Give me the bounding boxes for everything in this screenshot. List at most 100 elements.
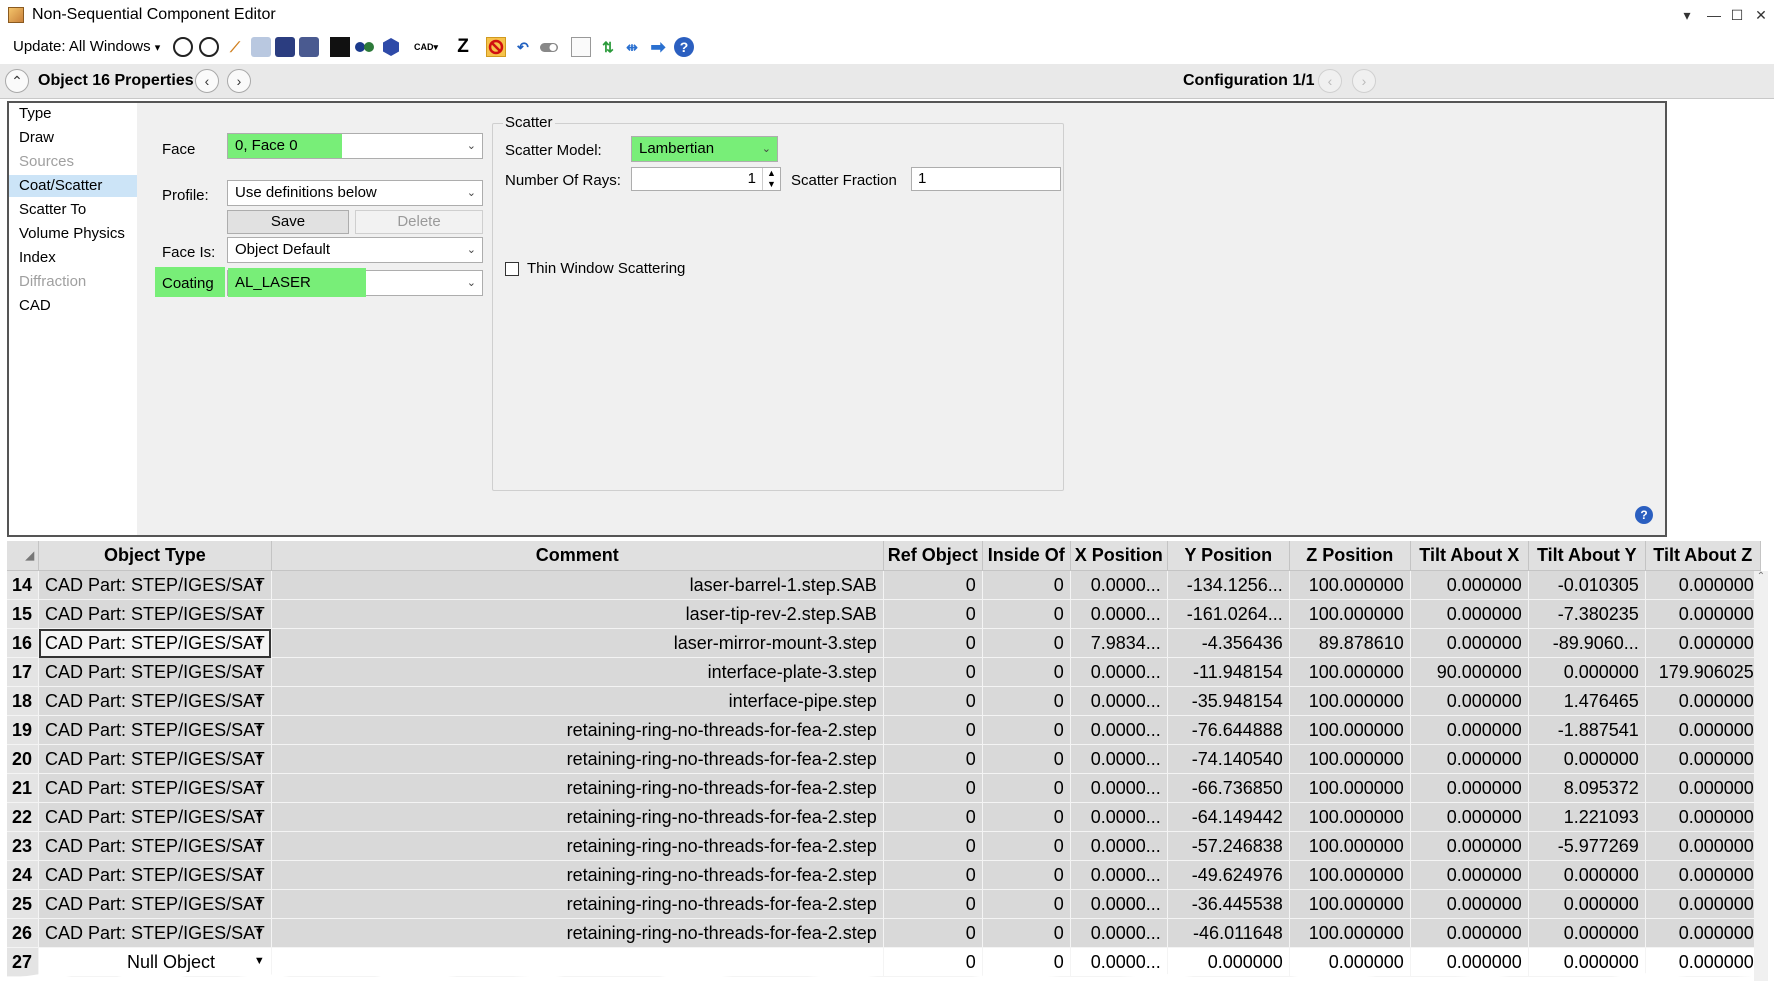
table-cell[interactable]: 1.476465	[1528, 686, 1646, 716]
table-cell[interactable]: 0.000000	[1410, 860, 1529, 890]
right-arrow-icon[interactable]: ➡	[648, 37, 668, 57]
table-cell[interactable]: 0	[883, 686, 983, 716]
table-cell[interactable]: 100.000000	[1289, 802, 1411, 832]
table-row[interactable]: 25 ▼ CAD Part: STEP/IGES/SAT retaining-ring…	[7, 889, 1761, 919]
table-cell[interactable]: 0.000000	[1645, 715, 1761, 745]
table-cell[interactable]: 0	[982, 889, 1071, 919]
window-menu-button[interactable]: ▾	[1676, 4, 1698, 26]
table-cell[interactable]: 0.0000...	[1070, 802, 1168, 832]
help-icon[interactable]: ?	[1635, 506, 1653, 524]
table-cell[interactable]: -46.011648	[1167, 918, 1290, 948]
table-cell[interactable]: -4.356436	[1167, 628, 1290, 658]
table-cell[interactable]: 0	[982, 860, 1071, 890]
table-cell[interactable]: 0.000000	[1410, 715, 1529, 745]
table-cell[interactable]: 0	[883, 918, 983, 948]
table-cell[interactable]: 0.000000	[1528, 860, 1646, 890]
shaded-model-icon[interactable]	[251, 37, 271, 57]
nav-sources[interactable]: Sources	[9, 151, 137, 173]
minimize-button[interactable]: —	[1703, 4, 1725, 26]
table-cell[interactable]: 0	[982, 570, 1071, 600]
nav-scatter-to[interactable]: Scatter To	[9, 199, 137, 221]
object-type-cell[interactable]: ▼ CAD Part: STEP/IGES/SAT	[38, 889, 272, 919]
expand-arrows-icon[interactable]: ⇹	[622, 37, 642, 57]
table-cell[interactable]: 0.0000...	[1070, 657, 1168, 687]
table-cell[interactable]: -64.149442	[1167, 802, 1290, 832]
prev-object-button[interactable]: ‹	[195, 69, 219, 93]
object-type-cell[interactable]: ▼ CAD Part: STEP/IGES/SAT	[38, 599, 272, 629]
swap-arrows-icon[interactable]: ⇅	[598, 37, 618, 57]
table-cell[interactable]: interface-pipe.step	[271, 686, 884, 716]
column-header[interactable]: Y Position	[1167, 541, 1290, 571]
column-header[interactable]: Ref Object	[883, 541, 983, 571]
table-cell[interactable]: 0	[982, 802, 1071, 832]
undo-arrow-icon[interactable]: ↶	[513, 37, 533, 57]
table-cell[interactable]: 100.000000	[1289, 860, 1411, 890]
table-cell[interactable]: 0	[883, 628, 983, 658]
row-number[interactable]: 21	[7, 773, 40, 803]
row-number[interactable]: 15	[7, 599, 40, 629]
object-type-cell[interactable]: ▼ CAD Part: STEP/IGES/SAT	[38, 744, 272, 774]
table-row[interactable]: 24 ▼ CAD Part: STEP/IGES/SAT retaining-ring…	[7, 860, 1761, 890]
table-cell[interactable]: 0.000000	[1645, 628, 1761, 658]
solid-model-icon[interactable]	[275, 37, 295, 57]
table-cell[interactable]: 0.000000	[1528, 744, 1646, 774]
row-number[interactable]: 25	[7, 889, 40, 919]
table-cell[interactable]: -74.140540	[1167, 744, 1290, 774]
column-header[interactable]: Tilt About Y	[1528, 541, 1646, 571]
help-icon[interactable]: ?	[674, 37, 694, 57]
table-cell[interactable]: 0.000000	[1645, 918, 1761, 948]
row-number[interactable]: 14	[7, 570, 40, 600]
table-cell[interactable]: -35.948154	[1167, 686, 1290, 716]
table-cell[interactable]: 0.000000	[1410, 802, 1529, 832]
coating-dropdown[interactable]: AL_LASER ⌄	[227, 268, 483, 297]
page-icon[interactable]	[571, 37, 591, 57]
table-cell[interactable]: 0.0000...	[1070, 599, 1168, 629]
table-cell[interactable]: 0.000000	[1528, 657, 1646, 687]
table-cell[interactable]: 0.000000	[1645, 773, 1761, 803]
nav-volume-physics[interactable]: Volume Physics	[9, 223, 137, 245]
table-cell[interactable]: 0.000000	[1410, 744, 1529, 774]
object-type-cell[interactable]: ▼ CAD Part: STEP/IGES/SAT	[38, 860, 272, 890]
row-number[interactable]: 16	[7, 628, 40, 658]
table-cell[interactable]: 0	[982, 831, 1071, 861]
delete-button[interactable]: Delete	[355, 210, 483, 234]
table-cell[interactable]: 0	[883, 831, 983, 861]
ignore-object-icon[interactable]	[486, 37, 506, 57]
table-row[interactable]: 14 ▼ CAD Part: STEP/IGES/SAT laser-barrel-1…	[7, 570, 1761, 600]
table-cell[interactable]: laser-tip-rev-2.step.SAB	[271, 599, 884, 629]
table-cell[interactable]: 100.000000	[1289, 686, 1411, 716]
scroll-up-icon[interactable]: ⌃	[1754, 571, 1768, 582]
spheres-icon[interactable]	[354, 37, 374, 57]
table-cell[interactable]: 7.9834...	[1070, 628, 1168, 658]
table-cell[interactable]: 0	[982, 715, 1071, 745]
table-cell[interactable]: 0	[883, 599, 983, 629]
spin-up-icon[interactable]: ▲	[763, 168, 780, 179]
object-type-cell[interactable]: ▼ CAD Part: STEP/IGES/SAT	[38, 918, 272, 948]
table-cell[interactable]: 0	[883, 773, 983, 803]
table-cell[interactable]: -66.736850	[1167, 773, 1290, 803]
table-cell[interactable]: 0.000000	[1645, 860, 1761, 890]
table-cell[interactable]: 0.000000	[1410, 570, 1529, 600]
table-cell[interactable]: 0	[883, 570, 983, 600]
spin-down-icon[interactable]: ▼	[763, 179, 780, 190]
table-cell[interactable]: 100.000000	[1289, 889, 1411, 919]
table-cell[interactable]: retaining-ring-no-threads-for-fea-2.step	[271, 715, 884, 745]
table-cell[interactable]: -76.644888	[1167, 715, 1290, 745]
table-cell[interactable]: 89.878610	[1289, 628, 1411, 658]
table-cell[interactable]: 0	[982, 744, 1071, 774]
row-number[interactable]: 22	[7, 802, 40, 832]
table-cell[interactable]: 0.0000...	[1070, 918, 1168, 948]
table-row[interactable]: 21 ▼ CAD Part: STEP/IGES/SAT retaining-ring…	[7, 773, 1761, 803]
table-cell[interactable]: retaining-ring-no-threads-for-fea-2.step	[271, 889, 884, 919]
auto-update-icon[interactable]	[199, 37, 219, 57]
row-number[interactable]: 23	[7, 831, 40, 861]
table-row[interactable]: 20 ▼ CAD Part: STEP/IGES/SAT retaining-ring…	[7, 744, 1761, 774]
object-type-cell[interactable]: ▼ CAD Part: STEP/IGES/SAT	[38, 686, 272, 716]
prev-config-button[interactable]: ‹	[1318, 69, 1342, 93]
nav-index[interactable]: Index	[9, 247, 137, 269]
toggle-icon[interactable]	[539, 37, 559, 57]
table-cell[interactable]: 0.0000...	[1070, 860, 1168, 890]
nav-cad[interactable]: CAD	[9, 295, 137, 317]
table-cell[interactable]: -11.948154	[1167, 657, 1290, 687]
table-cell[interactable]: 0.000000	[1410, 628, 1529, 658]
